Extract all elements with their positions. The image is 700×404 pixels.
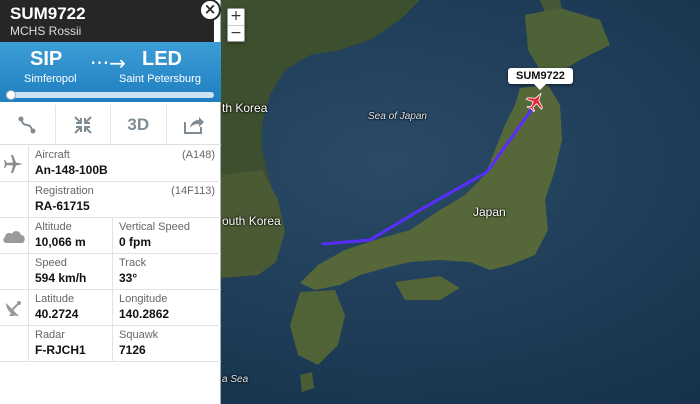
vertical-speed-label: Vertical Speed xyxy=(119,221,190,233)
map-label-north-korea: th Korea xyxy=(222,101,268,115)
airline-name: MCHS Rossii xyxy=(10,24,82,38)
radar-cell: Radar F-RJCH1 xyxy=(28,326,112,362)
flight-callout[interactable]: SUM9722 xyxy=(508,68,573,90)
longitude-cell: Longitude 140.2862 xyxy=(112,290,221,326)
altitude-label: Altitude xyxy=(35,221,72,233)
altitude-value: 10,066 m xyxy=(35,235,86,249)
aircraft-cell: Aircraft An-148-100B (A148) xyxy=(28,146,221,182)
vertical-speed-cell: Vertical Speed 0 fpm xyxy=(112,218,221,254)
track-cell: Track 33° xyxy=(112,254,221,290)
latitude-label: Latitude xyxy=(35,293,75,305)
route-banner: SIP ···→ LED Simferopol Saint Petersburg xyxy=(0,42,221,102)
route-arrow-icon: ···→ xyxy=(90,51,126,75)
radar-value: F-RJCH1 xyxy=(35,343,86,357)
destination-city: Saint Petersburg xyxy=(119,73,201,85)
flight-info-panel: SUM9722 MCHS Rossii × SIP ···→ LED Simfe… xyxy=(0,0,221,404)
vertical-speed-value: 0 fpm xyxy=(119,235,152,249)
registration-row: Registration RA-61715 (14F113) xyxy=(0,182,221,218)
flight-details: Aircraft An-148-100B (A148) Registration… xyxy=(0,146,221,362)
zoom-control: + − xyxy=(227,8,245,42)
latitude-value: 40.2724 xyxy=(35,307,79,321)
registration-cell: Registration RA-61715 (14F113) xyxy=(28,182,221,218)
route-icon xyxy=(18,116,36,133)
flight-progress-bar xyxy=(6,90,214,100)
squawk-label: Squawk xyxy=(119,329,159,341)
share-icon xyxy=(183,116,204,134)
latitude-cell: Latitude 40.2724 xyxy=(28,290,112,326)
aircraft-row: Aircraft An-148-100B (A148) xyxy=(0,146,221,182)
zoom-in-button[interactable]: + xyxy=(228,9,244,25)
position-row: Latitude 40.2724 Longitude 140.2862 xyxy=(0,290,221,326)
view-3d-button[interactable]: 3D xyxy=(111,105,167,144)
radar-dish-icon xyxy=(0,290,28,326)
map-label-sea-of-japan: Sea of Japan xyxy=(368,111,427,122)
longitude-value: 140.2862 xyxy=(119,307,170,321)
squawk-value: 7126 xyxy=(119,343,146,357)
longitude-label: Longitude xyxy=(119,293,168,305)
map-label-south-korea: outh Korea xyxy=(222,214,281,228)
close-icon[interactable]: × xyxy=(199,0,221,21)
share-button[interactable] xyxy=(167,105,222,144)
panel-header: SUM9722 MCHS Rossii xyxy=(0,0,214,42)
aircraft-value: An-148-100B xyxy=(35,163,108,177)
compress-icon xyxy=(74,115,92,134)
radar-label: Radar xyxy=(35,329,65,341)
map-label-sea-bottom: a Sea xyxy=(222,374,249,385)
center-button[interactable] xyxy=(56,105,111,144)
altitude-row: Altitude 10,066 m Vertical Speed 0 fpm xyxy=(0,218,221,254)
origin-code: SIP xyxy=(30,48,63,70)
registration-value: RA-61715 xyxy=(35,199,90,213)
flight-progress-knob[interactable] xyxy=(6,90,16,100)
track-value: 33° xyxy=(119,271,138,285)
zoom-out-button[interactable]: − xyxy=(228,25,244,41)
speed-cell: Speed 594 km/h xyxy=(28,254,112,290)
cloud-icon xyxy=(0,218,28,254)
speed-value: 594 km/h xyxy=(35,271,87,285)
route-button[interactable] xyxy=(0,105,56,144)
aircraft-code: (A148) xyxy=(181,149,215,161)
speed-row: Speed 594 km/h Track 33° xyxy=(0,254,221,290)
squawk-cell: Squawk 7126 xyxy=(112,326,221,362)
track-label: Track xyxy=(119,257,147,269)
altitude-cell: Altitude 10,066 m xyxy=(28,218,112,254)
registration-code: (14F113) xyxy=(171,185,215,197)
speed-label: Speed xyxy=(35,257,67,269)
map-label-japan: Japan xyxy=(473,205,506,219)
panel-toolbar: 3D xyxy=(0,105,221,145)
plane-icon xyxy=(0,146,28,182)
origin-city: Simferopol xyxy=(24,73,77,85)
destination-code: LED xyxy=(142,48,182,70)
radar-row: Radar F-RJCH1 Squawk 7126 xyxy=(0,326,221,362)
callsign: SUM9722 xyxy=(10,4,86,23)
